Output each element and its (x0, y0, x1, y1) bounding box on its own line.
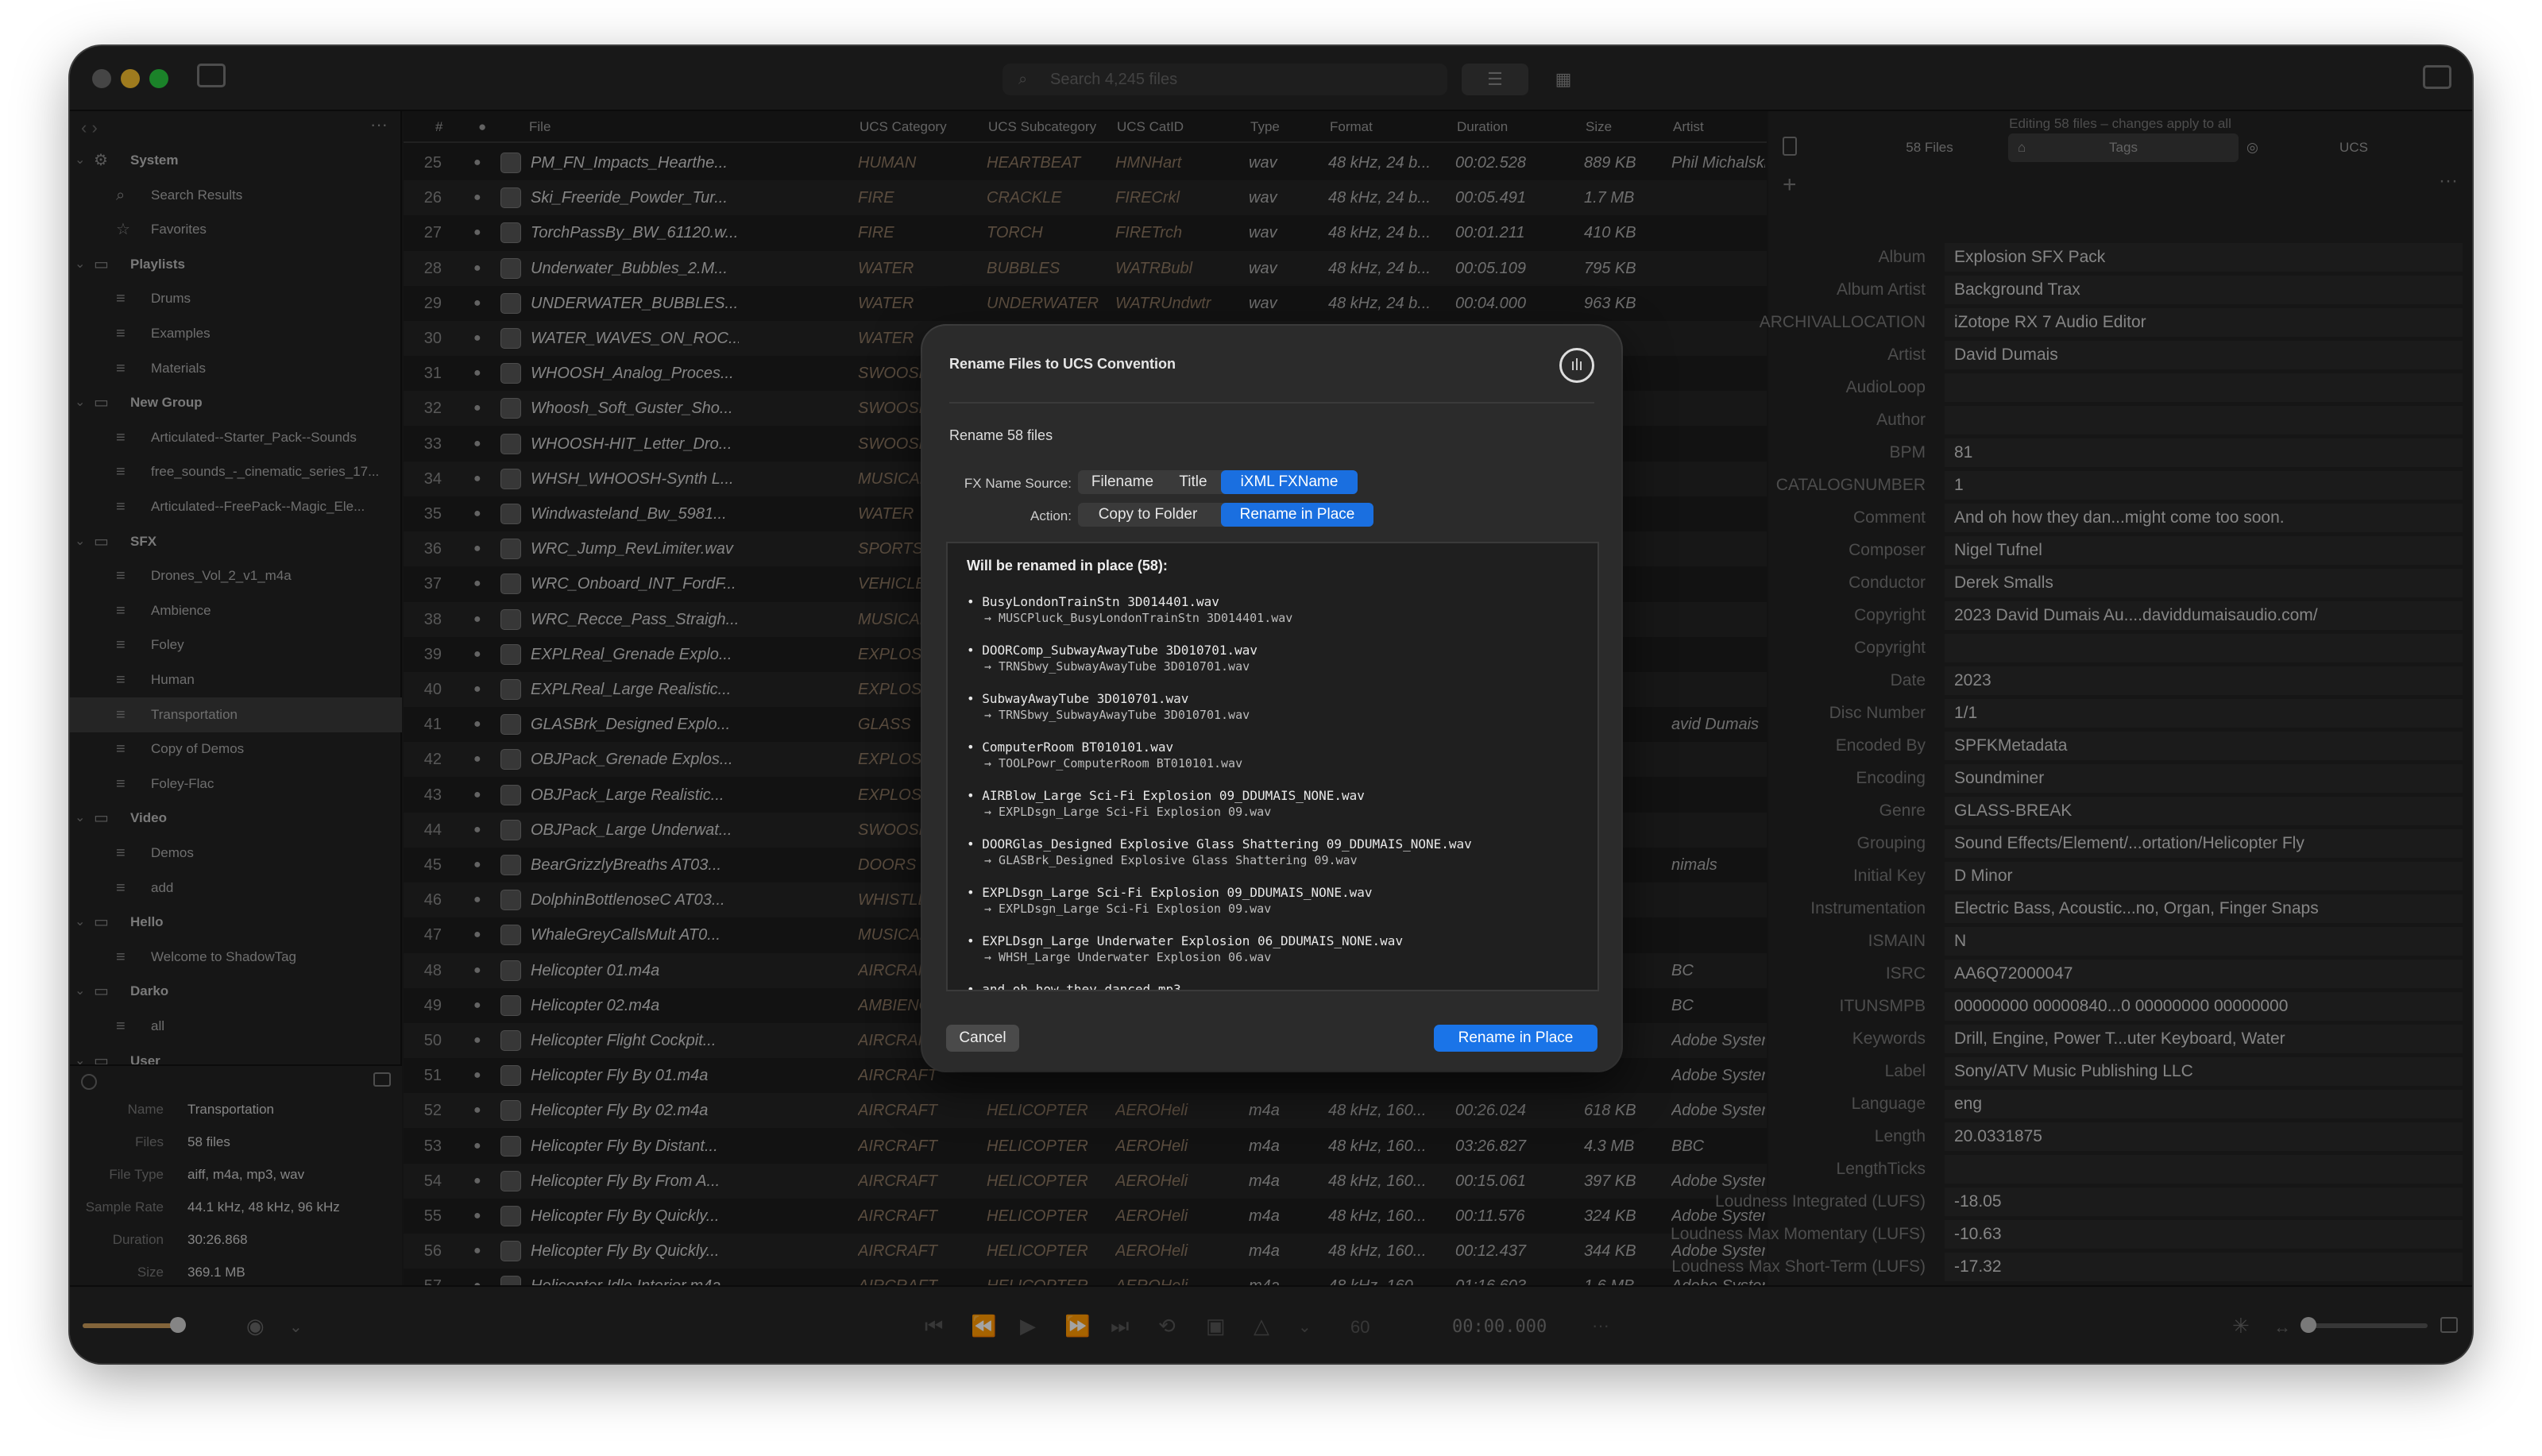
preview-new-name: → TRNSbwy_SubwayAwayTube 3D010701.wav (984, 659, 1250, 674)
action-label: Action: (1030, 508, 1072, 523)
preview-entry: • ComputerRoom BT010101.wav → TOOLPowr_Co… (967, 740, 1586, 771)
fx-source-label: FX Name Source: (964, 476, 1072, 491)
action-copy-to-folder[interactable]: Copy to Folder (1078, 503, 1218, 527)
fx-source-title[interactable]: Title (1167, 470, 1219, 494)
app-logo-icon: ılı (1559, 348, 1594, 383)
preview-entry: • EXPLDsgn_Large Sci-Fi Explosion 09_DDU… (967, 885, 1586, 917)
preview-original-name: • SubwayAwayTube 3D010701.wav (967, 691, 1189, 706)
preview-entry: • DOORGlas_Designed Explosive Glass Shat… (967, 836, 1586, 868)
preview-original-name: • BusyLondonTrainStn 3D014401.wav (967, 594, 1219, 609)
action-segmented: Copy to Folder Rename in Place (1078, 503, 1373, 527)
cancel-button[interactable]: Cancel (946, 1025, 1019, 1052)
fx-source-filename[interactable]: Filename (1078, 470, 1167, 494)
preview-original-name: • DOORComp_SubwayAwayTube 3D010701.wav (967, 643, 1258, 658)
preview-entry: • SubwayAwayTube 3D010701.wav → TRNSbwy_S… (967, 691, 1586, 723)
preview-original-name: • and oh how they danced.mp3 (967, 982, 1181, 991)
preview-new-name: → EXPLDsgn_Large Sci-Fi Explosion 09.wav (984, 902, 1272, 916)
rename-in-place-button[interactable]: Rename in Place (1434, 1025, 1597, 1052)
preview-entry: • AIRBlow_Large Sci-Fi Explosion 09_DDUM… (967, 788, 1586, 820)
preview-new-name: → TRNSbwy_SubwayAwayTube 3D010701.wav (984, 708, 1250, 722)
rename-ucs-dialog: Rename Files to UCS Convention ılı Renam… (922, 326, 1621, 1071)
fx-source-segmented: Filename Title iXML FXName (1078, 470, 1358, 494)
dialog-divider (949, 402, 1594, 404)
dialog-title: Rename Files to UCS Convention (949, 356, 1176, 372)
preview-entry: • and oh how they danced.mp3 (967, 982, 1586, 991)
action-rename-in-place[interactable]: Rename in Place (1221, 503, 1373, 527)
preview-new-name: → MUSCPluck_BusyLondonTrainStn 3D014401.… (984, 611, 1293, 625)
preview-original-name: • DOORGlas_Designed Explosive Glass Shat… (967, 836, 1472, 852)
preview-original-name: • AIRBlow_Large Sci-Fi Explosion 09_DDUM… (967, 788, 1365, 803)
preview-new-name: → TOOLPowr_ComputerRoom BT010101.wav (984, 756, 1243, 770)
rename-count: Rename 58 files (949, 427, 1053, 443)
preview-entry: • EXPLDsgn_Large Underwater Explosion 06… (967, 933, 1586, 965)
preview-entry: • BusyLondonTrainStn 3D014401.wav → MUSCP… (967, 594, 1586, 626)
preview-header: Will be renamed in place (58): (967, 558, 1168, 574)
preview-original-name: • ComputerRoom BT010101.wav (967, 740, 1174, 755)
preview-new-name: → GLASBrk_Designed Explosive Glass Shatt… (984, 853, 1358, 867)
preview-new-name: → WHSH_Large Underwater Explosion 06.wav (984, 950, 1272, 964)
preview-original-name: • EXPLDsgn_Large Sci-Fi Explosion 09_DDU… (967, 885, 1373, 900)
preview-new-name: → EXPLDsgn_Large Sci-Fi Explosion 09.wav (984, 805, 1272, 819)
rename-preview[interactable]: Will be renamed in place (58): • BusyLon… (946, 542, 1599, 991)
fx-source-ixml[interactable]: iXML FXName (1221, 470, 1358, 494)
app-window: ⌕ Search 4,245 files ☰ ▦ ‹ › ··· ⌄ ⚙ Syste… (70, 46, 2472, 1363)
preview-entry: • DOORComp_SubwayAwayTube 3D010701.wav → … (967, 643, 1586, 674)
preview-original-name: • EXPLDsgn_Large Underwater Explosion 06… (967, 933, 1404, 948)
